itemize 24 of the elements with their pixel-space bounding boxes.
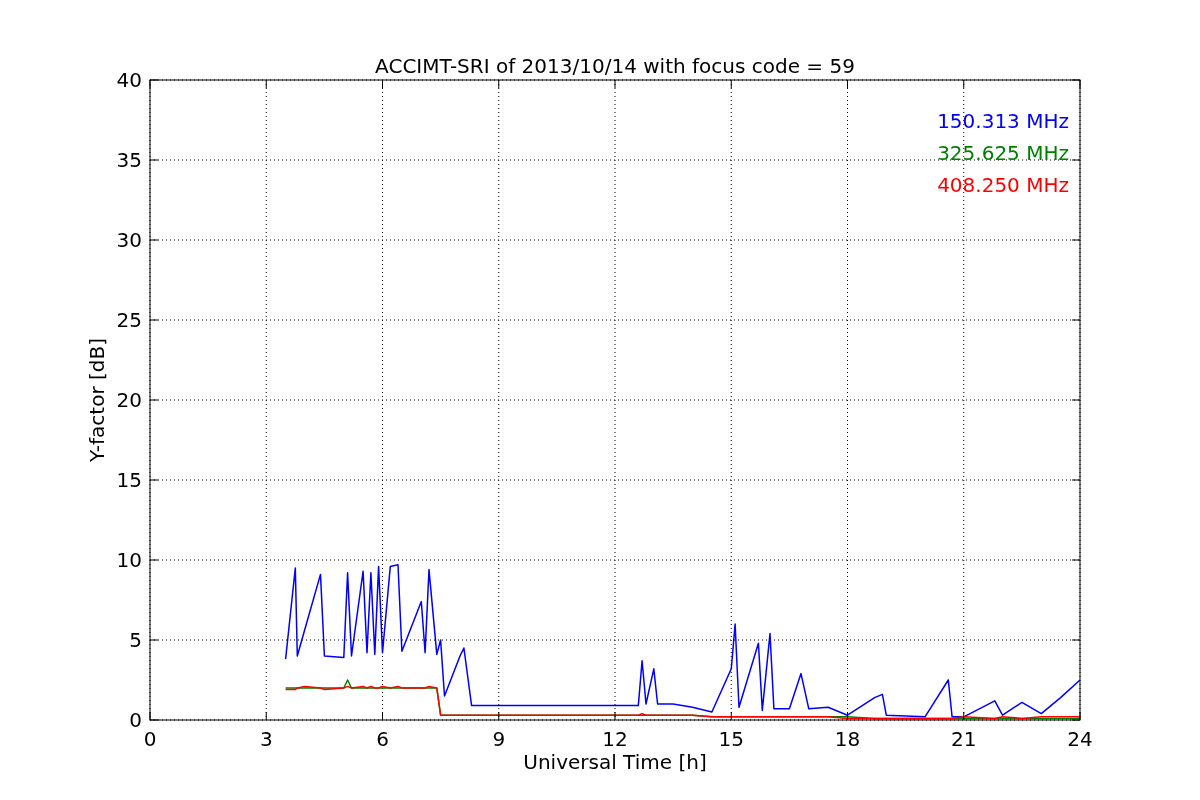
tick-label: 15 [718,727,744,751]
tick-label: 3 [259,727,273,751]
tick-label: 25 [116,308,142,332]
tick-label: 30 [116,228,142,252]
legend-label: 408.250 MHz [937,173,1069,197]
tick-label: 35 [116,148,142,172]
legend-label: 150.313 MHz [937,109,1069,133]
legend-label: 325.625 MHz [937,141,1069,165]
tick-label: 24 [1067,727,1093,751]
tick-label: 6 [376,727,389,751]
chart-title: ACCIMT-SRI of 2013/10/14 with focus code = 59 [375,54,855,78]
tick-label: 40 [116,68,142,92]
tick-label: 15 [116,468,142,492]
tick-label: 20 [116,388,142,412]
axis-label: Universal Time [h] [523,750,707,774]
tick-label: 9 [492,727,506,751]
tick-label: 10 [116,548,142,572]
tick-label: 12 [602,727,628,751]
tick-label: 0 [129,708,142,732]
tick-label: 0 [143,727,157,751]
tick-label: 18 [834,727,861,751]
axis-label: Y-factor [dB] [85,338,109,462]
tick-label: 5 [129,628,142,652]
tick-label: 21 [951,727,977,751]
